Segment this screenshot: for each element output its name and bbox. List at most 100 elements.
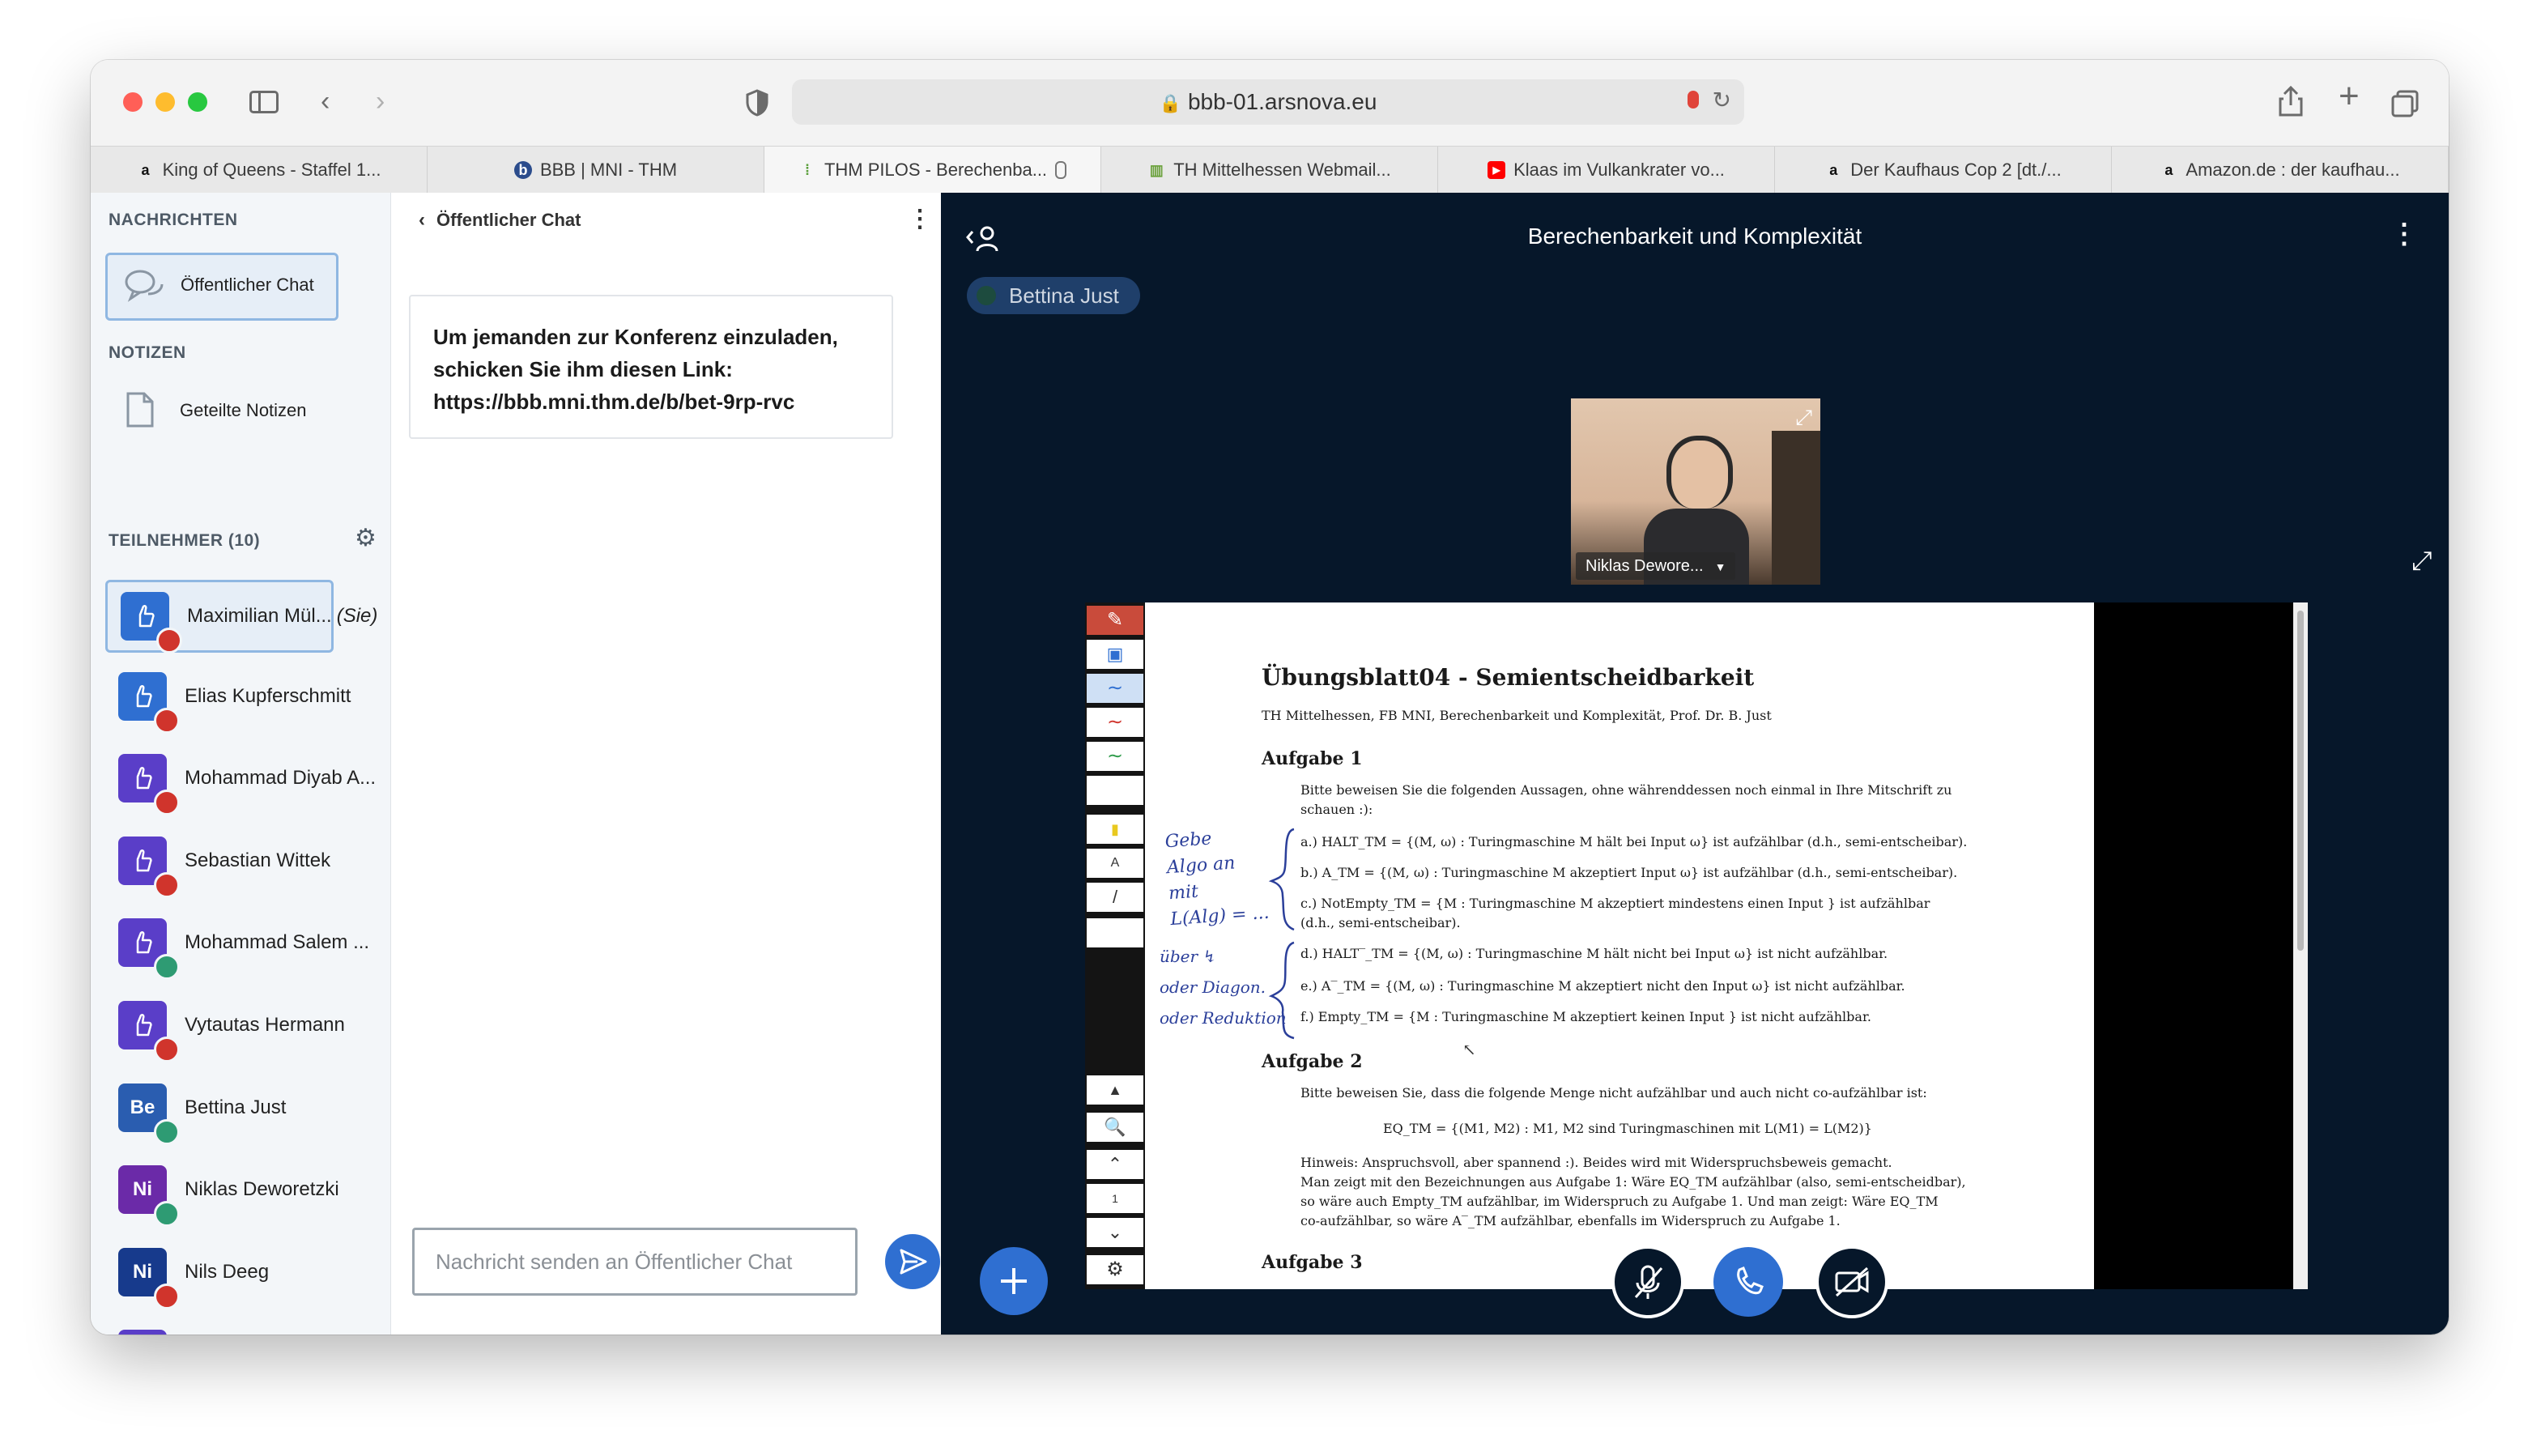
new-tab-icon[interactable]: + xyxy=(2339,79,2360,114)
participant-item[interactable]: Sebastian Wittek xyxy=(105,827,381,900)
participant-item[interactable]: Ni Niklas Deworetzki xyxy=(105,1156,381,1228)
microphone-active-icon[interactable] xyxy=(1688,91,1699,109)
meeting-title: Berechenbarkeit und Komplexität xyxy=(1527,224,1862,249)
chat-bubble-icon xyxy=(124,268,164,308)
chat-message-input[interactable]: Nachricht senden an Öffentlicher Chat xyxy=(412,1228,858,1296)
send-icon xyxy=(900,1249,927,1275)
text-tool-button[interactable]: A xyxy=(1087,849,1143,878)
browser-tab[interactable]: a King of Queens - Staffel 1... xyxy=(91,147,428,194)
line-tool-button[interactable]: / xyxy=(1087,883,1143,912)
participant-name: Sebastian Wittek xyxy=(185,849,331,871)
actions-plus-button[interactable] xyxy=(980,1247,1048,1315)
send-message-button[interactable] xyxy=(885,1234,940,1289)
fullscreen-presentation-icon[interactable]: ⤢ xyxy=(2411,546,2432,577)
messages-section-title: NACHRICHTEN xyxy=(109,211,238,229)
youtube-icon: ▶ xyxy=(1488,161,1506,179)
tab-strip: a King of Queens - Staffel 1... b BBB | MN… xyxy=(91,146,2449,194)
highlighter-button[interactable]: ▮ xyxy=(1087,815,1143,844)
zoom-window-button[interactable] xyxy=(188,92,207,112)
participants-section-title: TEILNEHMER (10) xyxy=(109,531,261,550)
forward-icon[interactable]: › xyxy=(376,87,385,115)
slide-page: Übungsblatt04 - Semientscheidbarkeit TH … xyxy=(1145,602,2094,1289)
browser-tab[interactable]: a Amazon.de : der kaufhau... xyxy=(2112,147,2449,194)
user-list-panel: NACHRICHTEN Öffentlicher Chat NOTIZEN Ge… xyxy=(91,193,390,1335)
participant-name-line: Elias Kupferschmitt xyxy=(185,685,351,708)
participant-item[interactable]: Elias Kupferschmitt xyxy=(105,662,381,735)
browser-tab[interactable]: b BBB | MNI - THM xyxy=(428,147,764,194)
scroll-up-icon[interactable]: ▲ xyxy=(1087,1075,1143,1105)
participant-name: Elias Kupferschmitt xyxy=(185,684,351,707)
webcam-name-tag[interactable]: Niklas Dewore... ▼ xyxy=(1576,552,1736,580)
scrollbar-thumb[interactable] xyxy=(2297,611,2304,951)
presentation-container: ✎ ▣ ∼ ∼ ∼ ▮ A / ▲ 🔍 ⌃ 1 ⌄ ⚙ Übungsblatt0… xyxy=(1085,602,2308,1289)
participant-name: Mohammad Diyab A... xyxy=(185,767,377,790)
participant-name-line: Bettina Just xyxy=(185,1096,286,1119)
mute-microphone-button[interactable] xyxy=(1611,1245,1684,1318)
talking-dot-icon xyxy=(977,286,996,305)
browser-tab-active[interactable]: ⁞ THM PILOS - Berechenba... xyxy=(764,147,1101,194)
amazon-icon: a xyxy=(2164,162,2173,178)
url-text: bbb-01.arsnova.eu xyxy=(1187,89,1377,114)
participant-name: Niklas Deworetzki xyxy=(185,1178,339,1201)
avatar: Pa xyxy=(118,1330,167,1335)
participant-item[interactable]: PaPaul Fugmann xyxy=(105,1320,381,1335)
slide-scrollbar[interactable] xyxy=(2293,602,2308,1289)
chat-title: Öffentlicher Chat xyxy=(436,210,581,230)
chat-options-icon[interactable]: ⋮ xyxy=(908,207,932,232)
welcome-line: schicken Sie ihm diesen Link: xyxy=(433,357,733,381)
notes-section-title: NOTIZEN xyxy=(109,343,186,362)
muted-microphone-icon xyxy=(156,628,182,653)
pen-red-button[interactable]: ∼ xyxy=(1087,708,1143,737)
talker-name: Bettina Just xyxy=(1009,283,1119,308)
tab-overview-icon[interactable] xyxy=(2390,89,2420,122)
page-number[interactable]: 1 xyxy=(1087,1184,1143,1213)
chat-header[interactable]: ‹ Öffentlicher Chat xyxy=(419,209,581,232)
address-bar[interactable]: 🔒 bbb-01.arsnova.eu ↻ xyxy=(792,79,1744,125)
pen-white-button[interactable] xyxy=(1087,776,1143,805)
minimize-window-button[interactable] xyxy=(155,92,175,112)
next-page-icon[interactable]: ⌄ xyxy=(1087,1218,1143,1247)
webcam-video[interactable]: ⤢ Niklas Dewore... ▼ xyxy=(1571,398,1820,585)
settings-icon[interactable]: ⚙ xyxy=(1087,1255,1143,1284)
fullscreen-webcam-icon[interactable]: ⤢ xyxy=(1795,405,1812,431)
browser-tab[interactable]: a Der Kaufhaus Cop 2 [dt./... xyxy=(1775,147,2112,194)
sidebar-toggle-icon[interactable] xyxy=(249,91,279,113)
browser-tab[interactable]: ▥ TH Mittelhessen Webmail... xyxy=(1101,147,1438,194)
eraser-tool-button[interactable] xyxy=(1087,918,1143,947)
reload-icon[interactable]: ↻ xyxy=(1713,89,1731,112)
welcome-line: Um jemanden zur Konferenz einzuladen, xyxy=(433,325,838,349)
leave-audio-button[interactable] xyxy=(1713,1247,1783,1317)
chat-input-placeholder: Nachricht senden an Öffentlicher Chat xyxy=(436,1250,793,1274)
previous-page-icon[interactable]: ⌃ xyxy=(1087,1150,1143,1179)
share-icon[interactable] xyxy=(2277,84,2305,122)
plus-icon xyxy=(1001,1268,1027,1294)
participant-item[interactable]: Maximilian Mül... (Sie) xyxy=(105,580,377,653)
invite-link[interactable]: https://bbb.mni.thm.de/b/bet-9rp-rvc xyxy=(433,385,838,418)
participant-name: Vytautas Hermann xyxy=(185,1014,345,1036)
browser-tab[interactable]: ▶ Klaas im Vulkankrater vo... xyxy=(1438,147,1775,194)
pen-tool-button[interactable]: ✎ xyxy=(1087,606,1143,635)
zoom-icon[interactable]: 🔍 xyxy=(1087,1113,1143,1142)
public-chat-item[interactable]: Öffentlicher Chat xyxy=(105,253,338,321)
meeting-options-icon[interactable]: ⋮ xyxy=(2390,220,2418,248)
participant-item[interactable]: Mohammad Salem ... xyxy=(105,909,381,981)
pen-blue-button[interactable]: ∼ xyxy=(1087,674,1143,703)
participant-name-line: Sebastian Wittek xyxy=(185,849,330,872)
pen-green-button[interactable]: ∼ xyxy=(1087,742,1143,771)
close-window-button[interactable] xyxy=(123,92,143,112)
back-icon[interactable]: ‹ xyxy=(321,87,330,115)
share-webcam-button[interactable] xyxy=(1815,1245,1888,1318)
chevron-left-icon[interactable]: ‹ xyxy=(419,209,425,231)
camera-off-icon xyxy=(1835,1267,1869,1297)
save-icon[interactable]: ▣ xyxy=(1087,640,1143,669)
participant-item[interactable]: Be Bettina Just xyxy=(105,1074,381,1147)
privacy-shield-icon[interactable] xyxy=(745,89,769,121)
participant-item[interactable]: Vytautas Hermann xyxy=(105,991,381,1064)
listen-only-icon xyxy=(154,954,180,981)
participant-item[interactable]: Mohammad Diyab A... xyxy=(105,744,381,817)
participant-item[interactable]: Ni Nils Deeg xyxy=(105,1238,381,1311)
participants-settings-icon[interactable]: ⚙ xyxy=(355,526,377,551)
chat-welcome-message: Um jemanden zur Konferenz einzuladen, sc… xyxy=(409,295,893,439)
shared-notes-item[interactable]: Geteilte Notizen xyxy=(105,379,348,442)
participant-name: Nils Deeg xyxy=(185,1260,270,1283)
